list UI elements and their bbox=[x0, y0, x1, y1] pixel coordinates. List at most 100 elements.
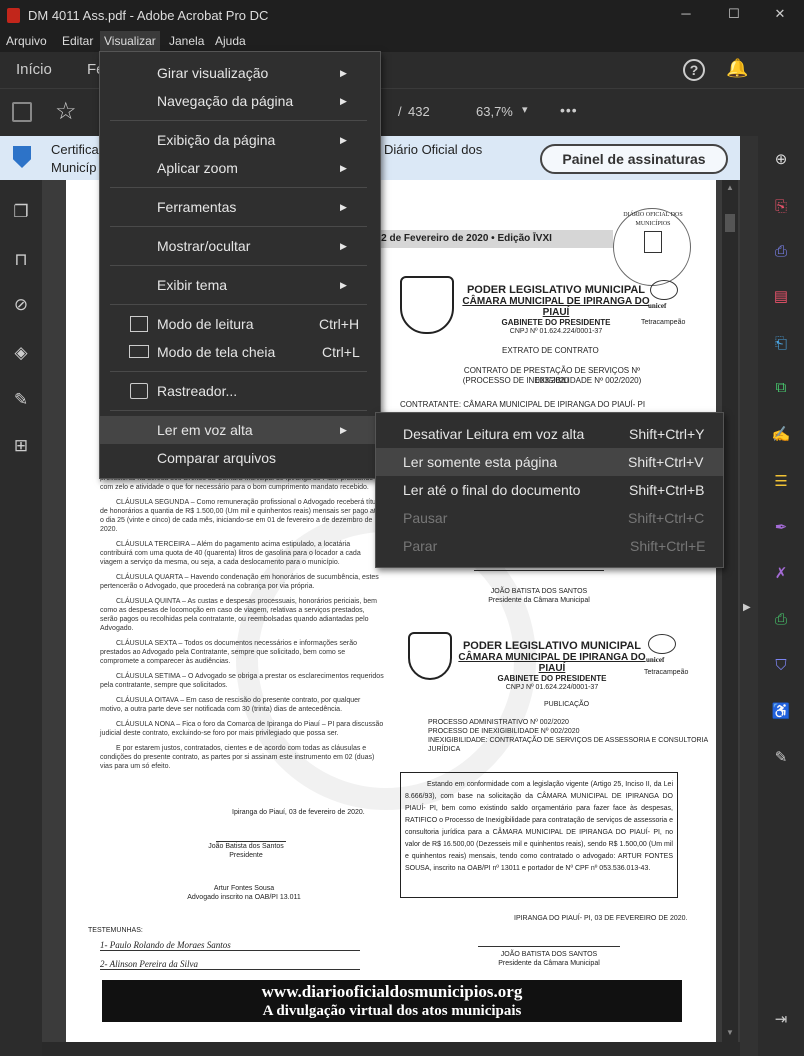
menu-item-ler-pagina[interactable]: Ler somente esta página Shift+Ctrl+V bbox=[376, 448, 723, 476]
seal-emblem bbox=[644, 231, 662, 253]
left-sig2-role: Advogado inscrito na OAB/PI 13.011 bbox=[187, 894, 301, 901]
edit-pdf-icon[interactable]: ⎗ bbox=[770, 332, 792, 354]
camara-crest-logo-2 bbox=[408, 632, 452, 680]
attachment-icon[interactable]: ⊘ bbox=[10, 295, 32, 317]
menu-item-leitura[interactable]: Modo de leitura Ctrl+H bbox=[100, 310, 380, 338]
submenu-arrow-icon: ▶ bbox=[340, 135, 347, 145]
save-icon[interactable] bbox=[12, 102, 32, 122]
minimize-button[interactable]: ─ bbox=[676, 6, 696, 21]
menu-item-mostrar-label: Mostrar/ocultar bbox=[157, 238, 251, 254]
tab-home[interactable]: Início bbox=[16, 61, 52, 78]
horizontal-scrollbar[interactable] bbox=[42, 1042, 740, 1056]
proc-line1: PROCESSO ADMINISTRATIVO Nº 002/2020 bbox=[428, 719, 569, 726]
pdf-app-icon bbox=[7, 8, 20, 23]
menu-item-girar[interactable]: Girar visualização ▶ bbox=[100, 59, 380, 87]
menu-item-parar[interactable]: Parar Shift+Ctrl+E bbox=[376, 532, 723, 560]
unicef-logo-2 bbox=[648, 634, 676, 654]
tracker-icon bbox=[130, 383, 148, 399]
page-separator: / bbox=[398, 104, 402, 119]
create-pdf-icon[interactable]: ⎙ bbox=[770, 240, 792, 262]
help-icon[interactable]: ? bbox=[683, 59, 705, 81]
menu-item-ler-voz-alta[interactable]: Ler em voz alta ▶ bbox=[100, 416, 380, 444]
layers-icon[interactable]: ◈ bbox=[10, 343, 32, 365]
request-signature-icon[interactable]: ✍ bbox=[770, 423, 792, 445]
menu-bar: Arquivo Editar Visualizar Janela Ajuda bbox=[0, 30, 804, 52]
clause-sexta: CLÁUSULA SEXTA – Todos os documentos nec… bbox=[100, 640, 357, 665]
left-sig1-name: João Batista dos Santos bbox=[208, 843, 284, 850]
menu-item-navegacao-label: Navegação da página bbox=[157, 93, 294, 109]
contrato-line2: (PROCESSO DE INEXIGIBILIDADE Nº 002/2020… bbox=[462, 376, 642, 385]
left-sig2-name: Artur Fontes Sousa bbox=[213, 885, 275, 892]
zoom-dropdown-icon[interactable]: ▾ bbox=[522, 103, 528, 116]
menu-editar[interactable]: Editar bbox=[62, 34, 93, 48]
right-sig-role-1: Presidente da Câmara Municipal bbox=[488, 597, 590, 604]
seal-text: DIÁRIO OFICIAL DOS MUNICÍPIOS bbox=[623, 212, 683, 227]
page-thumbnails-icon[interactable]: ❐ bbox=[10, 202, 32, 224]
menu-item-ferramentas[interactable]: Ferramentas ▶ bbox=[100, 193, 380, 221]
accessibility-icon[interactable]: ♿ bbox=[770, 700, 792, 722]
comment-icon[interactable]: ☰ bbox=[770, 470, 792, 492]
menu-item-mostrar[interactable]: Mostrar/ocultar ▶ bbox=[100, 232, 380, 260]
bookmark-icon[interactable]: ⊓ bbox=[10, 250, 32, 272]
desativar-shortcut: Shift+Ctrl+Y bbox=[629, 426, 705, 442]
menu-arquivo[interactable]: Arquivo bbox=[6, 34, 47, 48]
scroll-up-icon[interactable]: ▲ bbox=[726, 183, 734, 192]
submenu-arrow-icon: ▶ bbox=[340, 68, 347, 78]
bell-icon[interactable]: 🔔 bbox=[726, 58, 748, 79]
menu-item-tema[interactable]: Exibir tema ▶ bbox=[100, 271, 380, 299]
witness-2: 2- Alinson Pereira da Silva bbox=[100, 959, 360, 970]
menu-visualizar[interactable]: Visualizar bbox=[100, 31, 160, 51]
menu-item-ler-ate-final[interactable]: Ler até o final do documento Shift+Ctrl+B bbox=[376, 476, 723, 504]
menu-item-tela-cheia-label: Modo de tela cheia bbox=[157, 344, 276, 360]
zoom-value[interactable]: 63,7% bbox=[476, 104, 513, 119]
collapse-right-arrow-icon[interactable]: ▶ bbox=[743, 602, 751, 613]
menu-item-desativar-leitura[interactable]: Desativar Leitura em voz alta Shift+Ctrl+… bbox=[376, 420, 723, 448]
right-sig-role-2: Presidente da Câmara Municipal bbox=[498, 960, 600, 967]
unicef-text-2: unicef bbox=[646, 656, 665, 664]
clause-segunda: CLÁUSULA SEGUNDA – Como remuneração prof… bbox=[100, 499, 382, 533]
menu-item-pausar[interactable]: Pausar Shift+Ctrl+C bbox=[376, 504, 723, 532]
more-tools-wrench-icon[interactable]: ✎ bbox=[770, 746, 792, 768]
signatures-panel-button[interactable]: Painel de assinaturas bbox=[540, 144, 728, 174]
menu-item-zoom[interactable]: Aplicar zoom ▶ bbox=[100, 154, 380, 182]
close-button[interactable]: ✕ bbox=[770, 6, 790, 22]
shortcut-leitura: Ctrl+H bbox=[319, 316, 360, 332]
menu-item-exibicao[interactable]: Exibição da página ▶ bbox=[100, 126, 380, 154]
menu-item-navegacao[interactable]: Navegação da página ▶ bbox=[100, 87, 380, 115]
more-tools-button[interactable]: ••• bbox=[560, 102, 578, 118]
certificate-icon[interactable]: ✗ bbox=[770, 562, 792, 584]
left-navigation-pane: ❐ ⊓ ⊘ ◈ ✎ ⊞ ◀ bbox=[0, 180, 56, 1056]
ler-pagina-shortcut: Shift+Ctrl+V bbox=[628, 454, 704, 470]
maximize-button[interactable]: ☐ bbox=[724, 6, 744, 22]
witness-1: 1- Paulo Rolando de Moraes Santos bbox=[100, 940, 360, 951]
scroll-thumb[interactable] bbox=[725, 214, 735, 232]
banner-text-1: Certifica bbox=[51, 142, 99, 157]
menu-ajuda[interactable]: Ajuda bbox=[215, 34, 246, 48]
vertical-scrollbar[interactable]: ▲ ▼ bbox=[722, 180, 738, 1042]
fill-sign-icon[interactable]: ✒ bbox=[770, 516, 792, 538]
content-icon[interactable]: ⊞ bbox=[10, 436, 32, 458]
header2-poder: PODER LEGISLATIVO MUNICIPAL bbox=[462, 640, 642, 652]
submenu-arrow-icon: ▶ bbox=[340, 202, 347, 212]
extrato-title: EXTRATO DE CONTRATO bbox=[502, 346, 599, 355]
export-pdf-icon[interactable]: ⎘ bbox=[770, 195, 792, 217]
window-title: DM 4011 Ass.pdf - Adobe Acrobat Pro DC bbox=[28, 8, 269, 23]
menu-item-rastreador[interactable]: Rastreador... bbox=[100, 377, 380, 405]
zoom-search-icon[interactable]: ⊕ bbox=[770, 148, 792, 170]
left-date: Ipiranga do Piauí, 03 de fevereiro de 20… bbox=[232, 809, 365, 816]
star-icon[interactable]: ☆ bbox=[55, 97, 77, 126]
expand-pane-icon[interactable]: ⇥ bbox=[770, 1008, 792, 1030]
menu-item-comparar[interactable]: Comparar arquivos bbox=[100, 444, 380, 472]
print-production-icon[interactable]: ⎙ bbox=[770, 608, 792, 630]
combine-files-icon[interactable]: ⧉ bbox=[770, 376, 792, 398]
menu-janela[interactable]: Janela bbox=[169, 34, 204, 48]
menu-item-girar-label: Girar visualização bbox=[157, 65, 269, 81]
scroll-down-icon[interactable]: ▼ bbox=[726, 1028, 734, 1037]
header2-cnpj: CNPJ Nº 01.624.224/0001-37 bbox=[505, 684, 599, 691]
signature-pen-icon[interactable]: ✎ bbox=[10, 390, 32, 412]
read-aloud-submenu: Desativar Leitura em voz alta Shift+Ctrl+… bbox=[375, 412, 724, 568]
protect-shield-icon[interactable]: ⛉ bbox=[770, 654, 792, 676]
organize-pages-icon[interactable]: ▤ bbox=[770, 285, 792, 307]
menu-item-tela-cheia[interactable]: Modo de tela cheia Ctrl+L bbox=[100, 338, 380, 366]
parar-label: Parar bbox=[403, 538, 438, 554]
